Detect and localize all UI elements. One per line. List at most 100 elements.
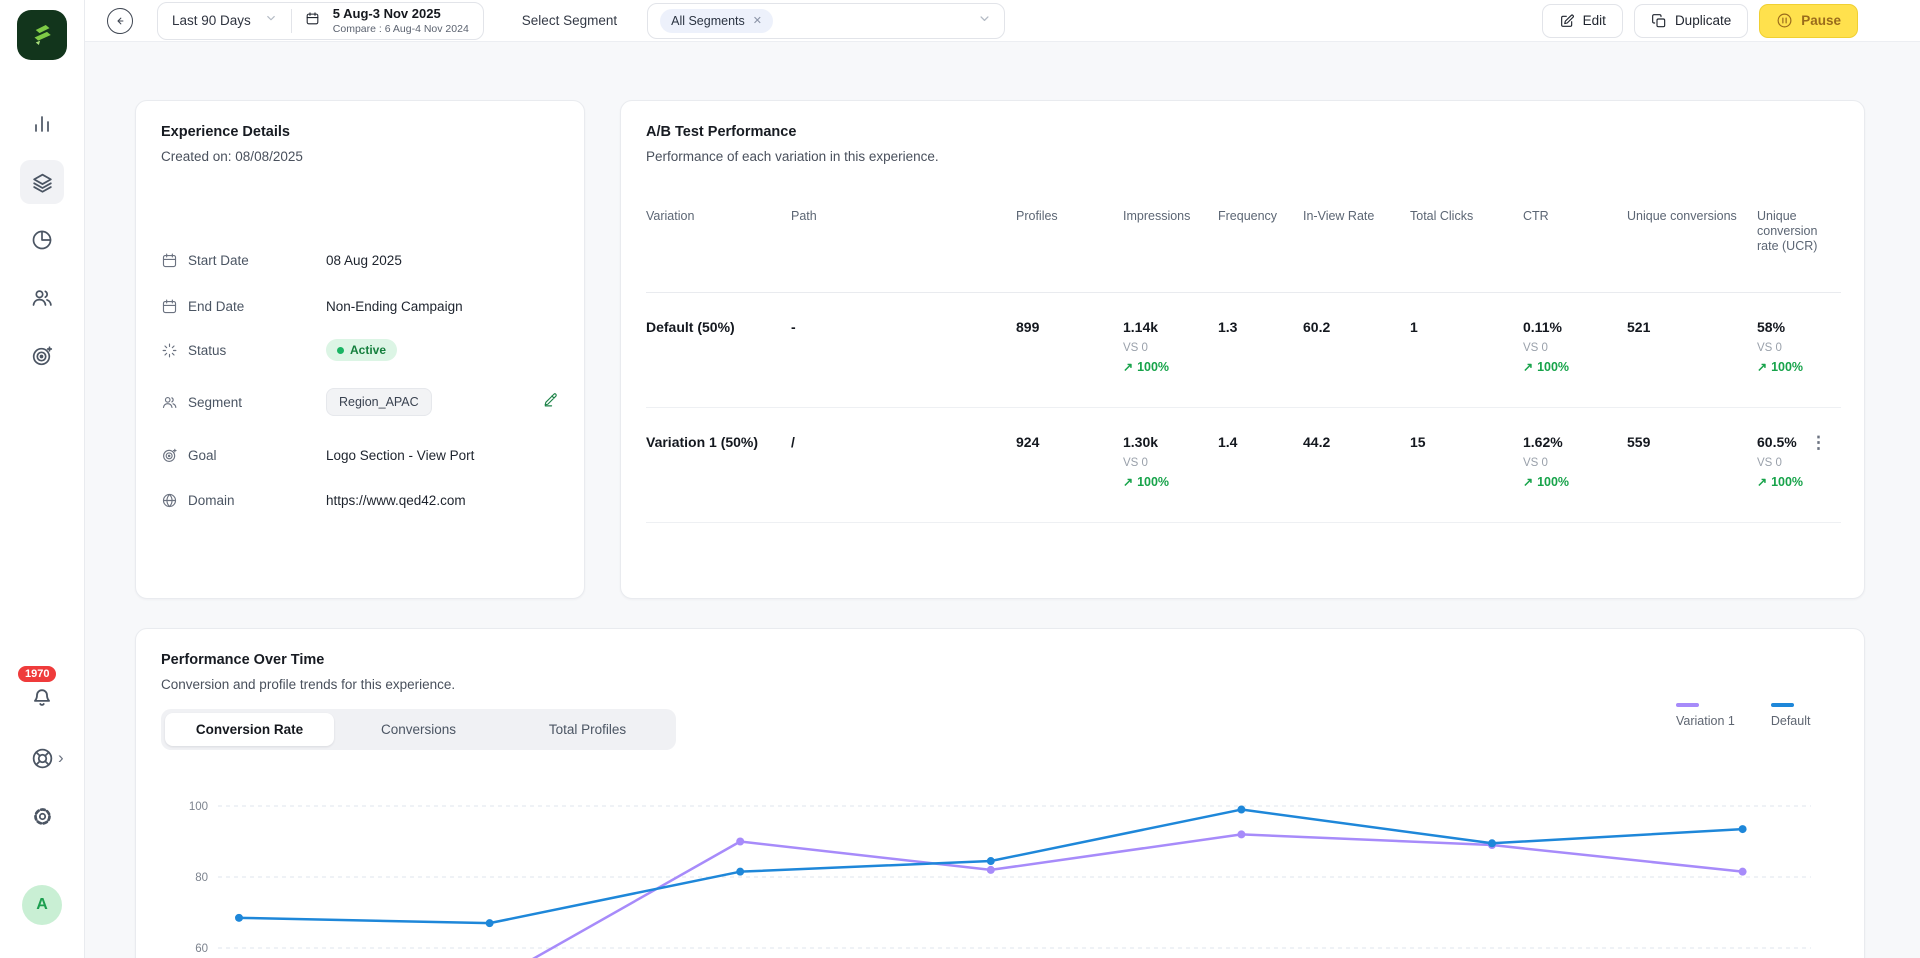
app-root: 1970 › A (0, 0, 1920, 958)
domain-value: https://www.qed42.com (326, 493, 466, 508)
pie-chart-icon (30, 228, 54, 252)
table-row-variation-1: Variation 1 (50%) / 924 1.30k vs 0 ↗100%… (646, 408, 1841, 523)
tab-conversion-rate[interactable]: Conversion Rate (165, 713, 334, 746)
calendar-icon (305, 11, 320, 31)
cell-ucr: 58% vs 0 ↗100% (1757, 319, 1841, 407)
cell-in-view-rate: 44.2 (1303, 434, 1410, 522)
duplicate-button-label: Duplicate (1675, 13, 1731, 28)
date-range-control[interactable]: Last 90 Days 5 Aug-3 Nov 2025 Compare : … (157, 2, 484, 40)
avatar-initial: A (36, 896, 48, 914)
sidebar-item-experiences[interactable] (20, 160, 64, 204)
chart-legend: Variation 1 Default (1676, 703, 1810, 728)
cell-variation: Default (50%) (646, 319, 791, 407)
row-more-options-button[interactable]: ⋮ (1810, 434, 1827, 451)
column-header: In-View Rate (1303, 209, 1410, 292)
legend-item-default[interactable]: Default (1771, 703, 1811, 728)
tab-total-profiles[interactable]: Total Profiles (503, 713, 672, 746)
globe-icon (161, 492, 178, 509)
column-header: Frequency (1218, 209, 1303, 292)
duplicate-button[interactable]: Duplicate (1634, 4, 1748, 38)
cell-unique-conversions: 559 (1627, 434, 1757, 522)
card-title: Performance Over Time (161, 652, 324, 668)
column-header: Unique conversion rate (UCR) (1757, 209, 1841, 292)
tab-conversions[interactable]: Conversions (334, 713, 503, 746)
divider (291, 9, 292, 33)
column-header: Unique conversions (1627, 209, 1757, 292)
life-buoy-icon (30, 746, 55, 771)
column-header: Path (791, 209, 1016, 292)
trend-up-icon: ↗ (1757, 475, 1767, 489)
sidebar-item-audiences[interactable] (20, 276, 64, 320)
edit-button-label: Edit (1583, 13, 1606, 28)
trend-up-icon: ↗ (1123, 360, 1133, 374)
goal-value: Logo Section - View Port (326, 448, 474, 463)
trend-up-icon: ↗ (1123, 475, 1133, 489)
sidebar-item-reports[interactable] (20, 218, 64, 262)
chevron-right-icon[interactable]: › (58, 748, 64, 768)
status-badge: Active (326, 339, 397, 361)
detail-row-goal: Goal Logo Section - View Port (161, 442, 559, 468)
table-header-row: Variation Path Profiles Impressions Freq… (646, 196, 1841, 293)
ab-test-card: A/B Test Performance Performance of each… (620, 100, 1865, 599)
cell-path: / (791, 434, 1016, 522)
avatar[interactable]: A (22, 885, 62, 925)
card-title: Experience Details (161, 124, 290, 140)
column-header: CTR (1523, 209, 1627, 292)
performance-over-time-card: Performance Over Time Conversion and pro… (135, 628, 1865, 958)
status-dot (337, 347, 344, 354)
detail-row-start-date: Start Date 08 Aug 2025 (161, 247, 559, 273)
sidebar-item-settings[interactable] (20, 794, 64, 838)
close-icon[interactable]: ✕ (753, 14, 762, 27)
column-header: Profiles (1016, 209, 1123, 292)
metric-tabs: Conversion Rate Conversions Total Profil… (161, 709, 676, 750)
brand-logo-icon[interactable] (17, 10, 67, 60)
trend-up-icon: ↗ (1757, 360, 1767, 374)
date-range-value: 5 Aug-3 Nov 2025 (333, 7, 469, 21)
created-on: Created on: 08/08/2025 (161, 149, 303, 164)
copy-icon (1651, 13, 1667, 29)
edit-segment-button[interactable] (542, 391, 559, 411)
detail-row-status: Status Active (161, 337, 559, 363)
end-date-value: Non-Ending Campaign (326, 299, 463, 314)
topbar: Last 90 Days 5 Aug-3 Nov 2025 Compare : … (85, 0, 1920, 42)
cell-total-clicks: 15 (1410, 434, 1523, 522)
card-subtitle: Conversion and profile trends for this e… (161, 677, 455, 692)
date-range-preset: Last 90 Days (172, 13, 251, 28)
cell-ucr: 60.5% vs 0 ↗100% (1757, 434, 1841, 522)
topbar-actions: Edit Duplicate Pause (1542, 4, 1858, 38)
sidebar-item-goals[interactable] (20, 334, 64, 378)
legend-swatch (1771, 703, 1794, 707)
sidebar-item-analytics[interactable] (20, 102, 64, 146)
segment-select[interactable]: All Segments ✕ (647, 3, 1005, 39)
sidebar: 1970 › A (0, 0, 85, 958)
trend-up-icon: ↗ (1523, 360, 1533, 374)
users-icon (161, 394, 178, 411)
arrow-left-icon (113, 14, 127, 28)
svg-text:60: 60 (195, 943, 208, 955)
table-row-default: Default (50%) - 899 1.14k vs 0 ↗100% 1.3… (646, 293, 1841, 408)
detail-row-domain: Domain https://www.qed42.com (161, 487, 559, 513)
cell-impressions: 1.14k vs 0 ↗100% (1123, 319, 1218, 407)
svg-text:100: 100 (189, 801, 208, 813)
segment-chip[interactable]: All Segments ✕ (660, 9, 773, 33)
calendar-icon (161, 252, 178, 269)
bell-icon (29, 683, 55, 709)
segment-value-chip[interactable]: Region_APAC (326, 388, 432, 416)
cell-frequency: 1.3 (1218, 319, 1303, 407)
date-range-compare: Compare : 6 Aug-4 Nov 2024 (333, 23, 469, 35)
cell-ctr: 0.11% vs 0 ↗100% (1523, 319, 1627, 407)
chevron-down-icon (264, 11, 278, 30)
cell-variation: Variation 1 (50%) (646, 434, 791, 522)
pause-icon (1776, 12, 1793, 29)
experience-details-card: Experience Details Created on: 08/08/202… (135, 100, 585, 599)
back-button[interactable] (107, 8, 133, 34)
edit-button[interactable]: Edit (1542, 4, 1623, 38)
calendar-icon (161, 298, 178, 315)
users-icon (30, 286, 54, 310)
pause-button[interactable]: Pause (1759, 4, 1858, 38)
card-subtitle: Performance of each variation in this ex… (646, 149, 939, 164)
loader-icon (161, 342, 178, 359)
legend-item-variation-1[interactable]: Variation 1 (1676, 703, 1735, 728)
trend-up-icon: ↗ (1523, 475, 1533, 489)
column-header: Total Clicks (1410, 209, 1523, 292)
